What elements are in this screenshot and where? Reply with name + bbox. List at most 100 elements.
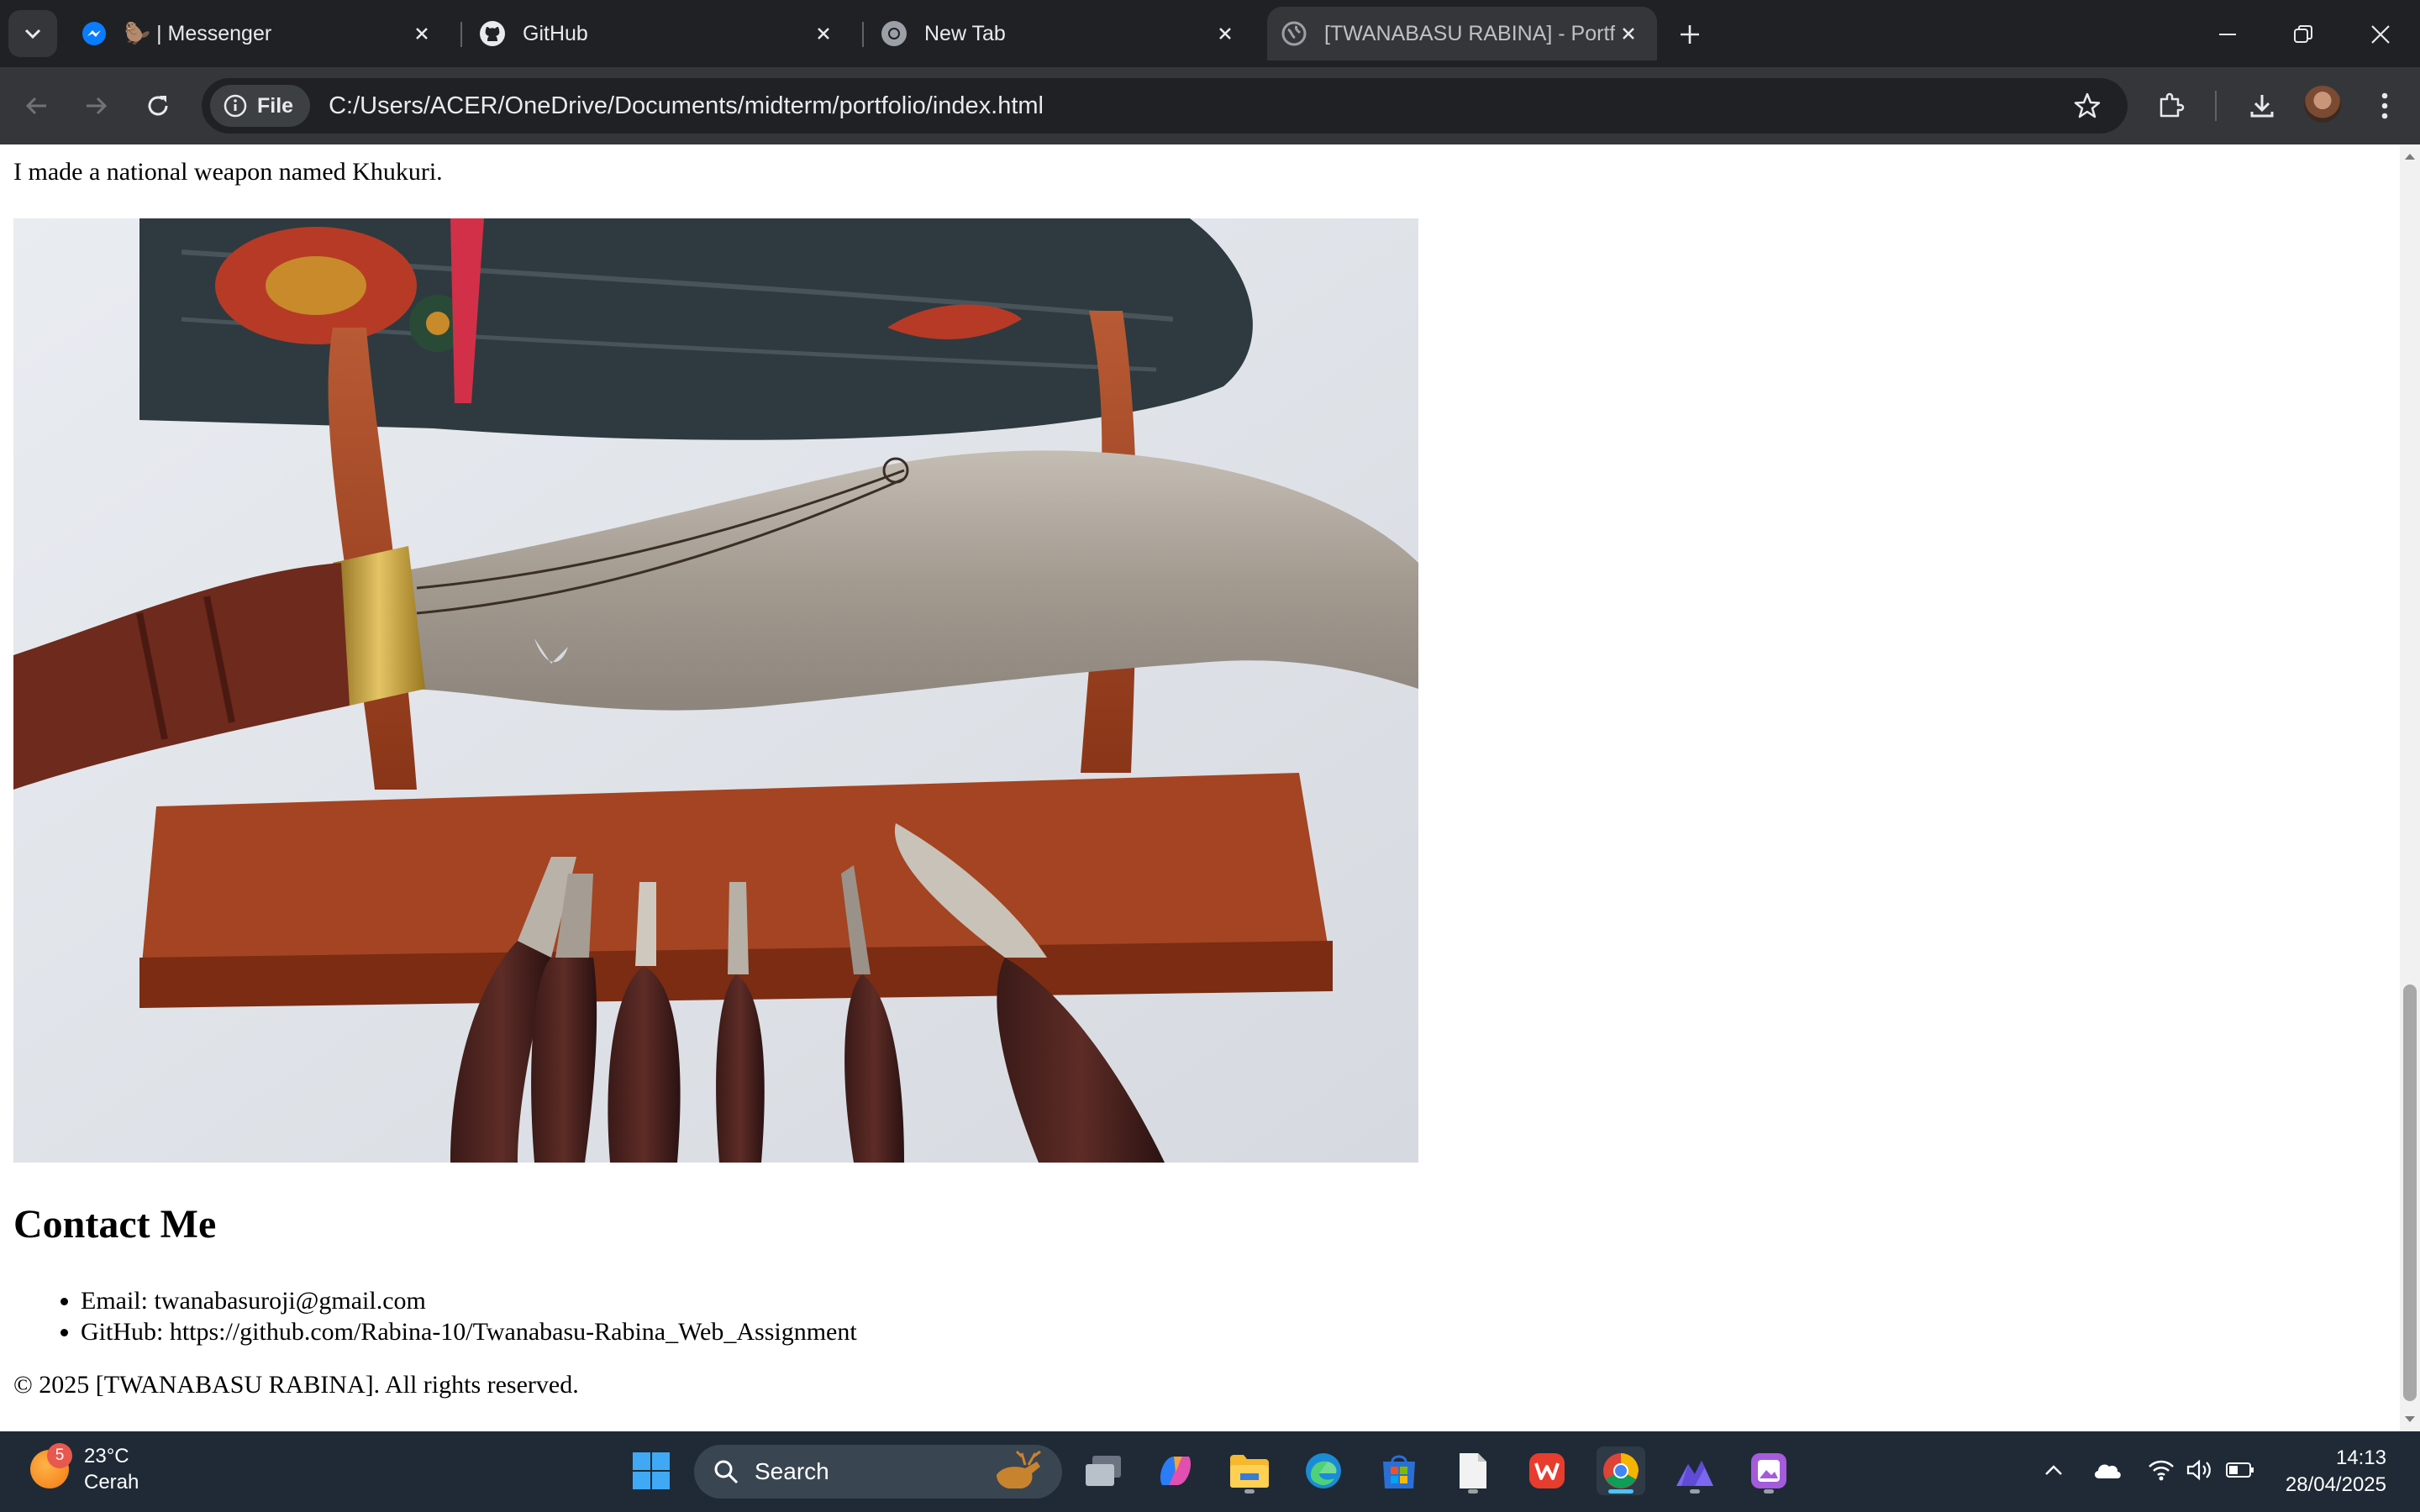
- contact-list: Email: twanabasuroji@gmail.com GitHub: h…: [81, 1285, 857, 1347]
- scroll-up-arrow[interactable]: [2400, 146, 2420, 166]
- restore-button[interactable]: [2284, 15, 2323, 54]
- notification-badge: 5: [47, 1443, 72, 1468]
- tray-overflow-button[interactable]: [2037, 1453, 2070, 1487]
- weather-temp: 23°C: [84, 1445, 129, 1467]
- wps-office-button[interactable]: [1523, 1446, 1571, 1495]
- download-icon: [2250, 95, 2274, 118]
- close-icon[interactable]: [1212, 20, 1239, 47]
- site-info-chip[interactable]: File: [210, 85, 311, 127]
- address-bar[interactable]: File C:/Users/ACER/OneDrive/Documents/mi…: [202, 78, 2128, 134]
- running-indicator: [1244, 1489, 1255, 1494]
- onedrive-button[interactable]: [2091, 1453, 2124, 1487]
- bookmark-button[interactable]: [2067, 86, 2107, 126]
- downloads-button[interactable]: [2240, 84, 2284, 128]
- tab-strip: 🦫 | Messenger GitHub New Tab [TWANABASU …: [0, 0, 2420, 67]
- arrow-left-icon: [25, 97, 46, 115]
- taskbar-search[interactable]: Search: [694, 1445, 1062, 1499]
- menu-button[interactable]: [2363, 84, 2407, 128]
- photos-icon: [1751, 1453, 1786, 1488]
- deer-icon: [997, 1450, 1041, 1488]
- github-icon: [479, 20, 506, 47]
- search-icon: [714, 1460, 739, 1484]
- running-indicator: [1690, 1489, 1700, 1494]
- tab-new-tab[interactable]: New Tab: [877, 7, 1250, 60]
- vertical-scrollbar[interactable]: [2400, 144, 2420, 1431]
- tab-github[interactable]: GitHub: [476, 7, 849, 60]
- cloud-icon: [2094, 1464, 2121, 1478]
- tab-title: GitHub: [523, 21, 588, 45]
- tab-divider: [460, 22, 462, 47]
- new-tab-button[interactable]: [1670, 15, 1709, 54]
- tab-title: New Tab: [924, 21, 1006, 45]
- system-clock[interactable]: 14:13 28/04/2025: [2286, 1445, 2386, 1499]
- site-info-label: File: [257, 93, 294, 118]
- reload-button[interactable]: [136, 84, 180, 128]
- scroll-down-arrow[interactable]: [2400, 1410, 2420, 1430]
- close-window-button[interactable]: [2361, 15, 2400, 54]
- photos-button[interactable]: [1744, 1446, 1793, 1495]
- tab-divider: [862, 22, 864, 47]
- windows-icon: [633, 1452, 670, 1489]
- tab-search-button[interactable]: [8, 10, 57, 57]
- url-text: C:/Users/ACER/OneDrive/Documents/midterm…: [329, 92, 1044, 119]
- running-indicator: [1764, 1489, 1774, 1494]
- restore-icon: [2294, 25, 2312, 43]
- file-explorer-button[interactable]: [1225, 1446, 1274, 1495]
- copilot-icon: [1160, 1457, 1192, 1485]
- edge-icon: [1306, 1453, 1341, 1488]
- minimize-button[interactable]: [2208, 15, 2247, 54]
- app-mountain-button[interactable]: [1670, 1446, 1719, 1495]
- plus-icon: [1681, 25, 1699, 44]
- chevron-up-icon: [2045, 1465, 2062, 1475]
- close-icon[interactable]: [810, 20, 837, 47]
- contact-github: GitHub: https://github.com/Rabina-10/Twa…: [81, 1316, 857, 1347]
- tab-title: [TWANABASU RABINA] - Portfo: [1324, 21, 1615, 45]
- scrollbar-thumb[interactable]: [2403, 984, 2417, 1401]
- tab-portfolio[interactable]: [TWANABASU RABINA] - Portfo: [1267, 7, 1657, 60]
- minimize-icon: [2219, 34, 2236, 35]
- tab-messenger[interactable]: 🦫 | Messenger: [77, 7, 447, 60]
- kebab-menu-icon: [2381, 92, 2388, 119]
- contact-heading: Contact Me: [13, 1202, 217, 1247]
- puzzle-icon: [2160, 92, 2185, 118]
- info-icon: [224, 94, 247, 118]
- intro-text: I made a national weapon named Khukuri.: [13, 158, 443, 186]
- copilot-button[interactable]: [1151, 1446, 1200, 1495]
- messenger-icon: [81, 20, 108, 47]
- running-indicator: [1468, 1489, 1478, 1494]
- taskbar: 5 23°C Cerah Search 14:13 28/04/2025: [0, 1431, 2420, 1512]
- battery-button[interactable]: [2223, 1453, 2257, 1487]
- edge-button[interactable]: [1299, 1446, 1348, 1495]
- weather-widget[interactable]: 5 23°C Cerah: [30, 1443, 139, 1495]
- battery-icon: [2226, 1462, 2254, 1478]
- reload-icon: [148, 96, 168, 116]
- extensions-button[interactable]: [2149, 84, 2193, 128]
- chrome-icon: [881, 20, 908, 47]
- microsoft-store-button[interactable]: [1375, 1446, 1423, 1495]
- globe-icon: [1281, 20, 1307, 47]
- browser-toolbar: File C:/Users/ACER/OneDrive/Documents/mi…: [0, 67, 2420, 144]
- footer-copyright: © 2025 [TWANABASU RABINA]. All rights re…: [13, 1371, 579, 1399]
- toolbar-divider: [2215, 91, 2217, 121]
- close-icon[interactable]: [1615, 20, 1642, 47]
- folder-icon: [1230, 1455, 1269, 1488]
- tab-title: 🦫 | Messenger: [124, 21, 272, 45]
- clock-date: 28/04/2025: [2285, 1473, 2386, 1496]
- star-icon: [2074, 92, 2101, 118]
- document-icon: [1460, 1453, 1486, 1488]
- start-button[interactable]: [627, 1446, 676, 1495]
- forward-button[interactable]: [74, 84, 118, 128]
- wifi-button[interactable]: [2144, 1453, 2178, 1487]
- profile-avatar[interactable]: [2304, 86, 2341, 123]
- arrow-right-icon: [87, 97, 108, 115]
- close-icon[interactable]: [408, 20, 435, 47]
- volume-button[interactable]: [2183, 1453, 2217, 1487]
- task-view-button[interactable]: [1079, 1446, 1128, 1495]
- chrome-icon: [1603, 1453, 1639, 1488]
- speaker-icon: [2186, 1459, 2211, 1481]
- notepad-button[interactable]: [1449, 1446, 1497, 1495]
- clock-time: 14:13: [2335, 1446, 2386, 1469]
- chrome-taskbar-button[interactable]: [1597, 1446, 1645, 1495]
- weather-condition: Cerah: [84, 1471, 139, 1494]
- back-button[interactable]: [15, 84, 59, 128]
